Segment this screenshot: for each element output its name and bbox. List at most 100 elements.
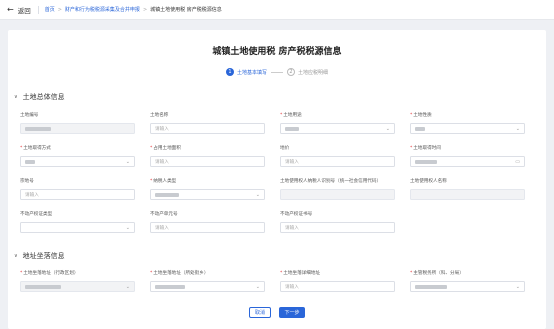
- form-card: 城镇土地使用税 房产税税源信息 1 土地基本填写 2 土地应税明细 ∨ 土地总体…: [8, 30, 546, 329]
- masked-value: [155, 284, 185, 289]
- cancel-button[interactable]: 取消: [249, 307, 271, 318]
- field-land-area: *占用土地面积 请输入: [150, 145, 265, 167]
- field-label: *土地取得方式: [20, 146, 51, 151]
- chevron-down-icon: ⌄: [515, 126, 520, 132]
- field-unit-no: 不动产单元号 请输入: [150, 211, 265, 233]
- field-label: *土地坐落详细地址: [280, 271, 321, 276]
- required-mark: *: [410, 271, 413, 276]
- chevron-down-icon: ∨: [14, 94, 18, 100]
- back-label: 返回: [17, 6, 31, 15]
- field-label: 土地编号: [20, 113, 39, 118]
- land-use-select[interactable]: ⌄: [280, 123, 395, 134]
- back-button[interactable]: ← 返回: [7, 5, 31, 15]
- step-2: 2 土地应税明细: [287, 68, 328, 76]
- masked-value: [415, 126, 425, 131]
- field-cert-type: 不动产权证类型 ⌄: [20, 211, 135, 233]
- field-taxpayer-type: *纳税人类型 ⌄: [150, 178, 265, 200]
- acquire-time-picker[interactable]: ▭: [410, 156, 525, 167]
- street-select[interactable]: ⌄: [150, 281, 265, 292]
- field-label: 不动产单元号: [150, 212, 178, 217]
- breadcrumb-separator: >: [142, 6, 148, 13]
- field-street: *土地坐落地址（所处街乡） ⌄: [150, 270, 265, 292]
- cert-no-input[interactable]: 请输入: [280, 222, 395, 233]
- chevron-down-icon: ⌄: [125, 284, 130, 290]
- field-label: *土地性质: [410, 113, 432, 118]
- masked-value: [285, 126, 299, 131]
- land-name-input[interactable]: 请输入: [150, 123, 265, 134]
- step-1: 1 土地基本填写: [225, 68, 267, 76]
- field-label: 不动产权证书号: [280, 212, 313, 217]
- required-mark: *: [150, 146, 153, 151]
- land-price-input[interactable]: 请输入: [280, 156, 395, 167]
- step-label: 土地基本填写: [236, 69, 267, 76]
- section-address[interactable]: ∨ 地址坐落信息: [14, 251, 65, 261]
- chevron-down-icon: ∨: [14, 253, 18, 259]
- next-step-button[interactable]: 下一步: [279, 307, 305, 318]
- breadcrumb-declaration[interactable]: 财产和行为税税源采集及合并申报: [65, 6, 140, 13]
- masked-value: [155, 192, 179, 197]
- field-land-no: 土地编号: [20, 112, 135, 134]
- land-area-input[interactable]: 请输入: [150, 156, 265, 167]
- section-title: 地址坐落信息: [22, 252, 65, 260]
- page-title: 城镇土地使用税 房产税税源信息: [212, 47, 342, 57]
- field-label: *土地坐落地址（所处街乡）: [150, 271, 209, 276]
- detail-addr-input[interactable]: 请输入: [280, 281, 395, 292]
- field-land-price: 地价 请输入: [280, 145, 395, 167]
- field-label: *土地取得时间: [410, 146, 441, 151]
- field-label: *占用土地面积: [150, 146, 181, 151]
- field-tax-office: *主管税务所（科、分局） ⌄: [410, 270, 525, 292]
- step-number: 2: [287, 68, 295, 76]
- field-detail-addr: *土地坐落详细地址 请输入: [280, 270, 395, 292]
- field-land-use: *土地用途 ⌄: [280, 112, 395, 134]
- chevron-down-icon: ⌄: [255, 284, 260, 290]
- field-land-nature: *土地性质 ⌄: [410, 112, 525, 134]
- chevron-down-icon: ⌄: [125, 159, 130, 165]
- required-mark: *: [150, 271, 153, 276]
- required-mark: *: [20, 271, 23, 276]
- required-mark: *: [20, 146, 23, 151]
- land-nature-select[interactable]: ⌄: [410, 123, 525, 134]
- masked-value: [415, 284, 447, 289]
- breadcrumb-home[interactable]: 首页: [45, 6, 55, 13]
- field-admin-area: *土地坐落地址（行政区划） ⌄: [20, 270, 135, 292]
- user-name-input: [410, 189, 525, 200]
- field-label: 土地使用权人纳税人识别号（统一社会信用代码）: [280, 179, 382, 184]
- chevron-down-icon: ⌄: [385, 126, 390, 132]
- masked-value: [25, 126, 51, 131]
- field-label: 土地名称: [150, 113, 169, 118]
- admin-area-select: ⌄: [20, 281, 135, 292]
- action-bar: 取消 下一步: [8, 307, 546, 318]
- cert-type-select[interactable]: ⌄: [20, 222, 135, 233]
- section-general[interactable]: ∨ 土地总体信息: [14, 92, 65, 102]
- arrow-left-icon: ←: [7, 4, 14, 14]
- breadcrumb-separator: >: [57, 6, 62, 13]
- land-no-input: [20, 123, 135, 134]
- required-mark: *: [280, 271, 283, 276]
- unit-no-input[interactable]: 请输入: [150, 222, 265, 233]
- field-parcel-no: 宗地号 请输入: [20, 178, 135, 200]
- field-label: *土地坐落地址（行政区划）: [20, 271, 79, 276]
- field-label: 土地使用权人名称: [410, 179, 447, 184]
- masked-value: [25, 159, 35, 164]
- chevron-down-icon: ⌄: [255, 192, 260, 198]
- required-mark: *: [410, 146, 413, 151]
- calendar-icon: ▭: [515, 159, 520, 165]
- field-land-name: 土地名称 请输入: [150, 112, 265, 134]
- field-acquire-method: *土地取得方式 ⌄: [20, 145, 135, 167]
- field-label: *主管税务所（科、分局）: [410, 271, 464, 276]
- breadcrumb-current: 城镇土地使用税 房产税税源信息: [150, 7, 222, 13]
- tax-office-select[interactable]: ⌄: [410, 281, 525, 292]
- field-label: 不动产权证类型: [20, 212, 53, 217]
- field-label: 宗地号: [20, 179, 34, 184]
- step-number: 1: [225, 68, 234, 76]
- chevron-down-icon: ⌄: [125, 225, 130, 231]
- taxpayer-type-select[interactable]: ⌄: [150, 189, 265, 200]
- field-cert-no: 不动产权证书号 请输入: [280, 211, 395, 233]
- acquire-method-select[interactable]: ⌄: [20, 156, 135, 167]
- divider: [37, 5, 39, 14]
- chevron-down-icon: ⌄: [515, 284, 520, 290]
- section-title: 土地总体信息: [22, 93, 65, 101]
- field-label: *土地用途: [280, 113, 302, 118]
- required-mark: *: [150, 179, 153, 184]
- parcel-no-input[interactable]: 请输入: [20, 189, 135, 200]
